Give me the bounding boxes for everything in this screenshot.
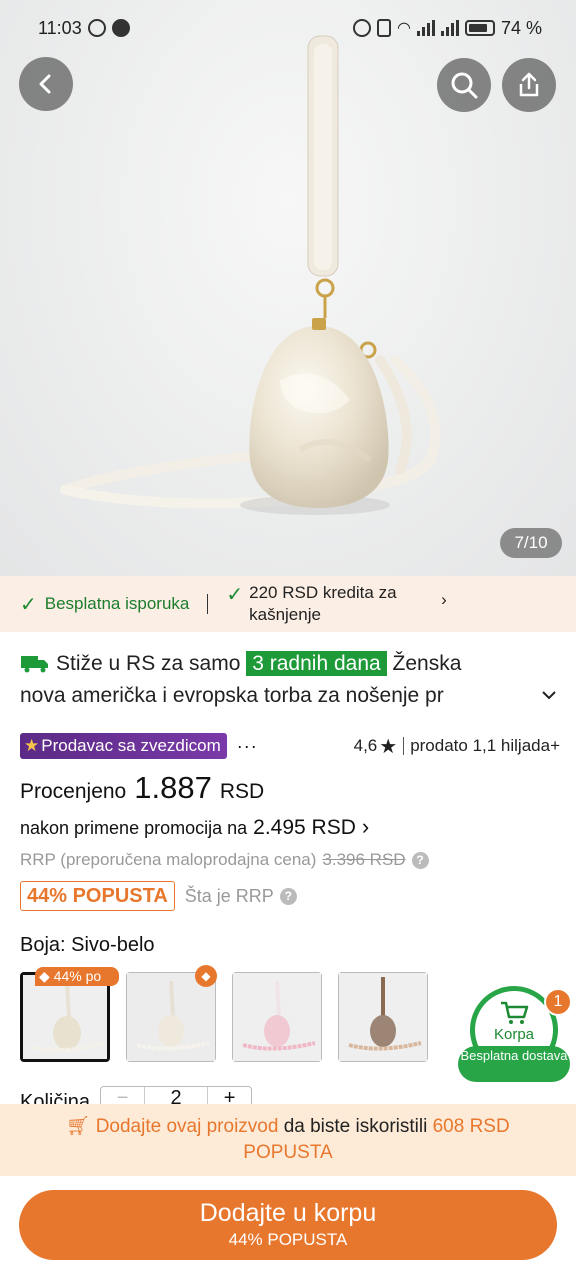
facebook-icon <box>111 19 130 37</box>
share-icon <box>519 72 539 97</box>
delivery-prefix: Stiže u RS za samo <box>56 652 241 675</box>
cart-free-shipping: Besplatna dostava <box>458 1046 570 1082</box>
benefits-strip[interactable]: ✓ Besplatna isporuka ✓ 220 RSD kredita z… <box>0 576 576 632</box>
benefit-free-shipping: ✓ Besplatna isporuka <box>20 592 189 617</box>
rrp-label: RRP (preporučena maloprodajna cena) <box>20 850 317 869</box>
price-label: Procenjeno <box>20 780 127 803</box>
color-swatches: ◆ 44% po ◆ <box>20 965 428 1062</box>
search-button[interactable] <box>437 58 491 112</box>
vibrate-icon <box>377 19 391 37</box>
promo-banner[interactable]: 🛒︎ Dodajte ovaj proizvod da biste iskori… <box>0 1104 576 1176</box>
star-seller-badge[interactable]: ★ Prodavac sa zvezdicom <box>20 733 227 759</box>
share-button[interactable] <box>502 58 556 112</box>
star-seller-label: Prodavac sa zvezdicom <box>41 736 221 755</box>
product-title[interactable]: Stiže u RS za samo 3 radnih dana Ženska … <box>20 648 560 712</box>
back-arrow-icon <box>39 74 51 94</box>
chevron-right-icon: › <box>441 590 447 609</box>
battery-level: 74 % <box>500 17 542 38</box>
search-icon <box>451 72 478 99</box>
swatch-image <box>339 973 427 1061</box>
delivery-days-badge: 3 radnih dana <box>246 651 387 676</box>
more-icon[interactable]: ··· <box>237 736 258 757</box>
swatch-image <box>233 973 321 1061</box>
alarm-icon <box>353 19 371 37</box>
color-swatch-white[interactable]: ◆ <box>126 965 217 1062</box>
title-text-1: Ženska <box>392 652 462 675</box>
help-icon: ? <box>279 887 297 905</box>
color-swatch-gray-white[interactable]: ◆ 44% po <box>20 967 119 1062</box>
what-is-rrp-label: Šta je RRP <box>184 885 274 906</box>
help-icon[interactable]: ? <box>411 851 429 869</box>
benefit-late-credit-text: 220 RSD kredita za kašnjenje <box>249 583 397 624</box>
promo-banner-text: da biste iskoristili <box>283 1116 428 1137</box>
promo-value: 2.495 RSD <box>253 816 356 839</box>
discount-row: 44% POPUSTA Šta je RRP ? <box>20 881 297 911</box>
rrp-row: RRP (preporučena maloprodajna cena) 3.39… <box>20 850 429 870</box>
discount-badge: 44% POPUSTA <box>20 881 175 911</box>
add-to-cart-button[interactable]: Dodajte u korpu 44% POPUSTA <box>19 1190 557 1260</box>
product-page: 11:03 ◠ 74 % 7/10 ✓ Besplatna isporuka ✓… <box>0 0 576 1280</box>
color-swatch-brown[interactable] <box>338 972 428 1062</box>
star-icon: ★ <box>379 735 398 758</box>
price-value: 1.887 <box>134 770 212 805</box>
cart-count-badge: 1 <box>544 988 572 1016</box>
swatch-image <box>23 975 107 1059</box>
product-image[interactable]: 11:03 ◠ 74 % 7/10 <box>0 0 576 576</box>
color-label: Boja: Sivo-belo <box>20 934 155 956</box>
seller-rating-row: ★ Prodavac sa zvezdicom ··· 4,6 ★ prodat… <box>20 732 560 760</box>
benefit-free-shipping-text: Besplatna isporuka <box>44 594 190 613</box>
rating-summary[interactable]: 4,6 ★ prodato 1,1 hiljada+ <box>354 734 560 759</box>
truck-icon <box>21 656 48 673</box>
star-seller-icon: ★ <box>24 736 40 755</box>
battery-icon <box>464 20 495 36</box>
bottom-bar: Dodajte u korpu 44% POPUSTA <box>0 1176 576 1280</box>
wifi-icon: ◠ <box>397 20 411 37</box>
add-to-cart-label: Dodajte u korpu <box>199 1199 377 1227</box>
promo-text: nakon primene promocija na <box>20 818 248 838</box>
flame-icon: ◆ <box>195 965 217 987</box>
sold-count: prodato 1,1 hiljada+ <box>410 736 560 755</box>
what-is-rrp-link[interactable]: Šta je RRP ? <box>185 886 297 907</box>
cart-plus-icon: 🛒︎ <box>66 1116 91 1137</box>
image-counter: 7/10 <box>500 528 562 558</box>
rating-value: 4,6 <box>353 736 378 755</box>
check-icon: ✓ <box>226 584 244 606</box>
price-currency: RSD <box>219 780 265 803</box>
back-button[interactable] <box>19 57 73 111</box>
title-text-2: nova američka i evropska torba za nošenj… <box>20 684 444 707</box>
rrp-value: 3.396 RSD <box>322 850 406 869</box>
signal-icon-2 <box>440 20 459 36</box>
status-time: 11:03 <box>38 17 82 38</box>
divider <box>207 594 209 614</box>
promo-banner-link: Dodajte ovaj proizvod <box>95 1116 279 1137</box>
divider <box>403 737 405 755</box>
estimated-price: Procenjeno 1.887 RSD <box>20 770 264 806</box>
chevron-right-icon: › <box>361 814 370 839</box>
cart-floating-button[interactable]: Korpa 1 Besplatna dostava <box>458 986 572 1082</box>
color-swatch-pink[interactable] <box>232 972 322 1062</box>
benefit-late-credit: ✓ 220 RSD kredita za kašnjenje › <box>226 582 446 626</box>
signal-icon <box>416 20 435 36</box>
promo-price-row[interactable]: nakon primene promocija na 2.495 RSD › <box>20 814 369 840</box>
cart-label: Korpa <box>493 1025 535 1043</box>
add-to-cart-discount: 44% POPUSTA <box>228 1230 348 1249</box>
check-icon: ✓ <box>20 593 37 616</box>
status-bar: 11:03 ◠ 74 % <box>0 0 576 56</box>
swatch-discount-tag: ◆ 44% po <box>35 967 119 986</box>
expand-title-chevron-down-icon[interactable] <box>540 686 558 704</box>
sync-icon <box>87 19 106 37</box>
cart-icon <box>501 1001 529 1024</box>
